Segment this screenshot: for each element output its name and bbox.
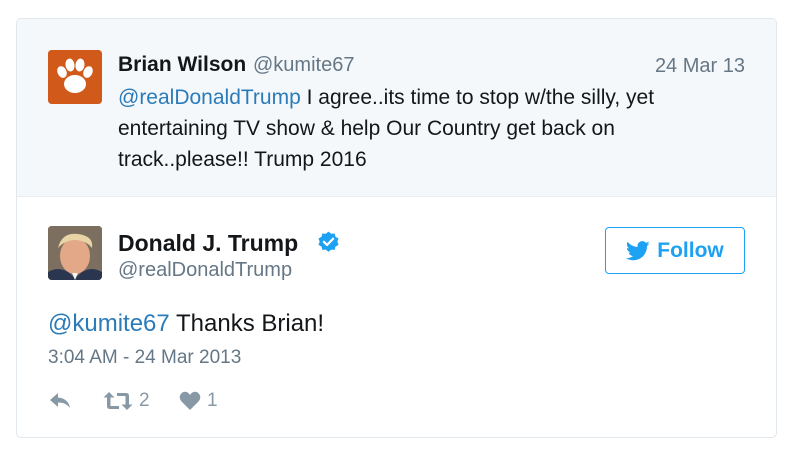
follow-button[interactable]: Follow xyxy=(605,227,745,274)
follow-button-label: Follow xyxy=(657,238,724,262)
verified-badge-icon xyxy=(318,231,339,252)
tweet-timestamp[interactable]: 3:04 AM - 24 Mar 2013 xyxy=(48,347,241,369)
tiger-paw-icon xyxy=(48,50,102,104)
tweet-text: @kumite67 Thanks Brian! xyxy=(48,310,324,338)
tweet-actions: 2 1 xyxy=(48,390,348,414)
like-button[interactable]: 1 xyxy=(179,390,218,412)
quoted-tweet-text: @realDonaldTrump I agree..its time to st… xyxy=(118,82,698,175)
retweet-count: 2 xyxy=(139,390,150,411)
heart-icon xyxy=(179,391,201,410)
mention-link[interactable]: @kumite67 xyxy=(48,310,170,337)
retweet-icon xyxy=(103,392,133,410)
quoted-tweet-date[interactable]: 24 Mar 13 xyxy=(655,55,745,78)
twitter-bird-icon xyxy=(626,240,650,260)
quoted-author-handle[interactable]: @kumite67 xyxy=(253,54,354,77)
quoted-mention-link[interactable]: @realDonaldTrump xyxy=(118,86,301,109)
retweet-button[interactable]: 2 xyxy=(103,390,150,412)
author-name[interactable]: Donald J. Trump xyxy=(118,230,298,257)
author-photo xyxy=(48,226,102,280)
quoted-author-name[interactable]: Brian Wilson xyxy=(118,53,246,77)
reply-button[interactable] xyxy=(48,390,72,410)
reply-icon xyxy=(50,393,70,408)
author-handle[interactable]: @realDonaldTrump xyxy=(118,259,292,282)
like-count: 1 xyxy=(207,390,218,411)
quoted-tweet[interactable]: Brian Wilson @kumite67 24 Mar 13 @realDo… xyxy=(17,19,776,197)
tweet-body: Thanks Brian! xyxy=(169,310,325,337)
quoted-author-avatar[interactable] xyxy=(48,50,102,104)
tweet-embed-card: Brian Wilson @kumite67 24 Mar 13 @realDo… xyxy=(16,18,777,438)
author-avatar[interactable] xyxy=(48,226,102,280)
